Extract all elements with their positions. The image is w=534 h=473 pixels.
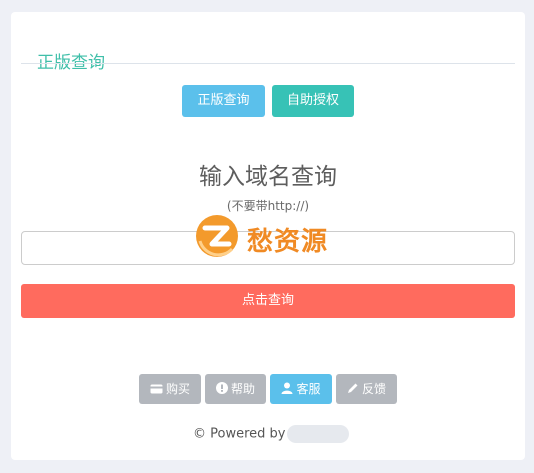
powered-by-text: © Powered by — [193, 426, 286, 442]
feedback-button[interactable]: 反馈 — [336, 374, 397, 404]
page-title: 正版查询 — [37, 53, 105, 73]
help-button[interactable]: 帮助 — [205, 374, 266, 404]
service-label: 客服 — [296, 382, 321, 396]
main-card: 正版查询 正版查询 自助授权 输入域名查询 (不要带http://) 愁资源 点… — [11, 12, 525, 460]
buy-label: 购买 — [165, 382, 190, 396]
submit-query-button[interactable]: 点击查询 — [21, 284, 515, 318]
powered-by-blurred-link — [287, 425, 350, 443]
powered-by: © Powered by — [193, 425, 350, 443]
self-authorize-button[interactable]: 自助授权 — [272, 85, 354, 117]
buy-button[interactable]: 购买 — [139, 374, 201, 404]
customer-service-button[interactable]: 客服 — [270, 374, 332, 404]
exclamation-circle-icon — [215, 375, 228, 405]
feedback-label: 反馈 — [361, 382, 386, 396]
domain-input[interactable] — [21, 231, 515, 265]
query-hint: (不要带http://) — [226, 199, 310, 213]
credit-card-icon — [150, 375, 163, 405]
title-divider — [21, 63, 515, 64]
check-genuine-button[interactable]: 正版查询 — [182, 85, 265, 117]
user-icon — [281, 375, 293, 405]
query-heading: 输入域名查询 — [199, 164, 337, 190]
pencil-icon — [347, 375, 359, 405]
help-label: 帮助 — [230, 382, 255, 396]
